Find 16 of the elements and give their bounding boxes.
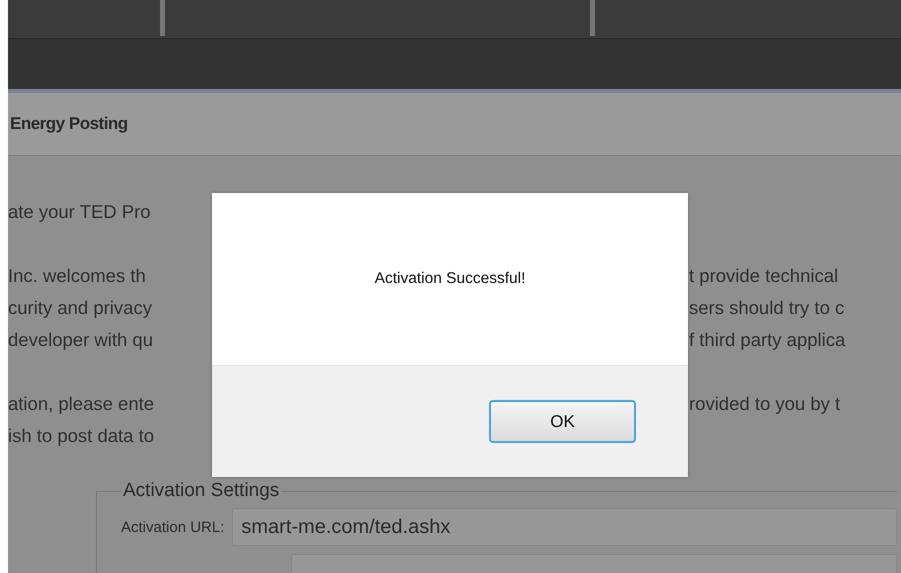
dialog-message: Activation Successful! xyxy=(374,270,526,288)
page-title: Energy Posting xyxy=(10,114,128,134)
body-text: ation, please ente xyxy=(8,393,154,414)
field-label: Activation URL: xyxy=(121,518,224,536)
body-text: ate your TED Pro xyxy=(8,201,151,222)
body-text: rovided to you by t xyxy=(689,393,840,414)
body-text: sers should try to c xyxy=(689,297,844,318)
body-text: Inc. welcomes th xyxy=(8,265,146,286)
input-field[interactable]: smart-me.com/ted.ashx xyxy=(232,508,897,546)
body-text: ish to post data to xyxy=(8,425,154,446)
body-text: t provide technical xyxy=(689,265,838,286)
group-legend: Activation Settings xyxy=(121,480,282,502)
body-text: curity and privacy xyxy=(8,297,152,318)
body-text: f third party applica xyxy=(689,329,846,350)
body-text: developer with qu xyxy=(8,329,154,350)
ok-button[interactable]: OK xyxy=(489,400,636,443)
